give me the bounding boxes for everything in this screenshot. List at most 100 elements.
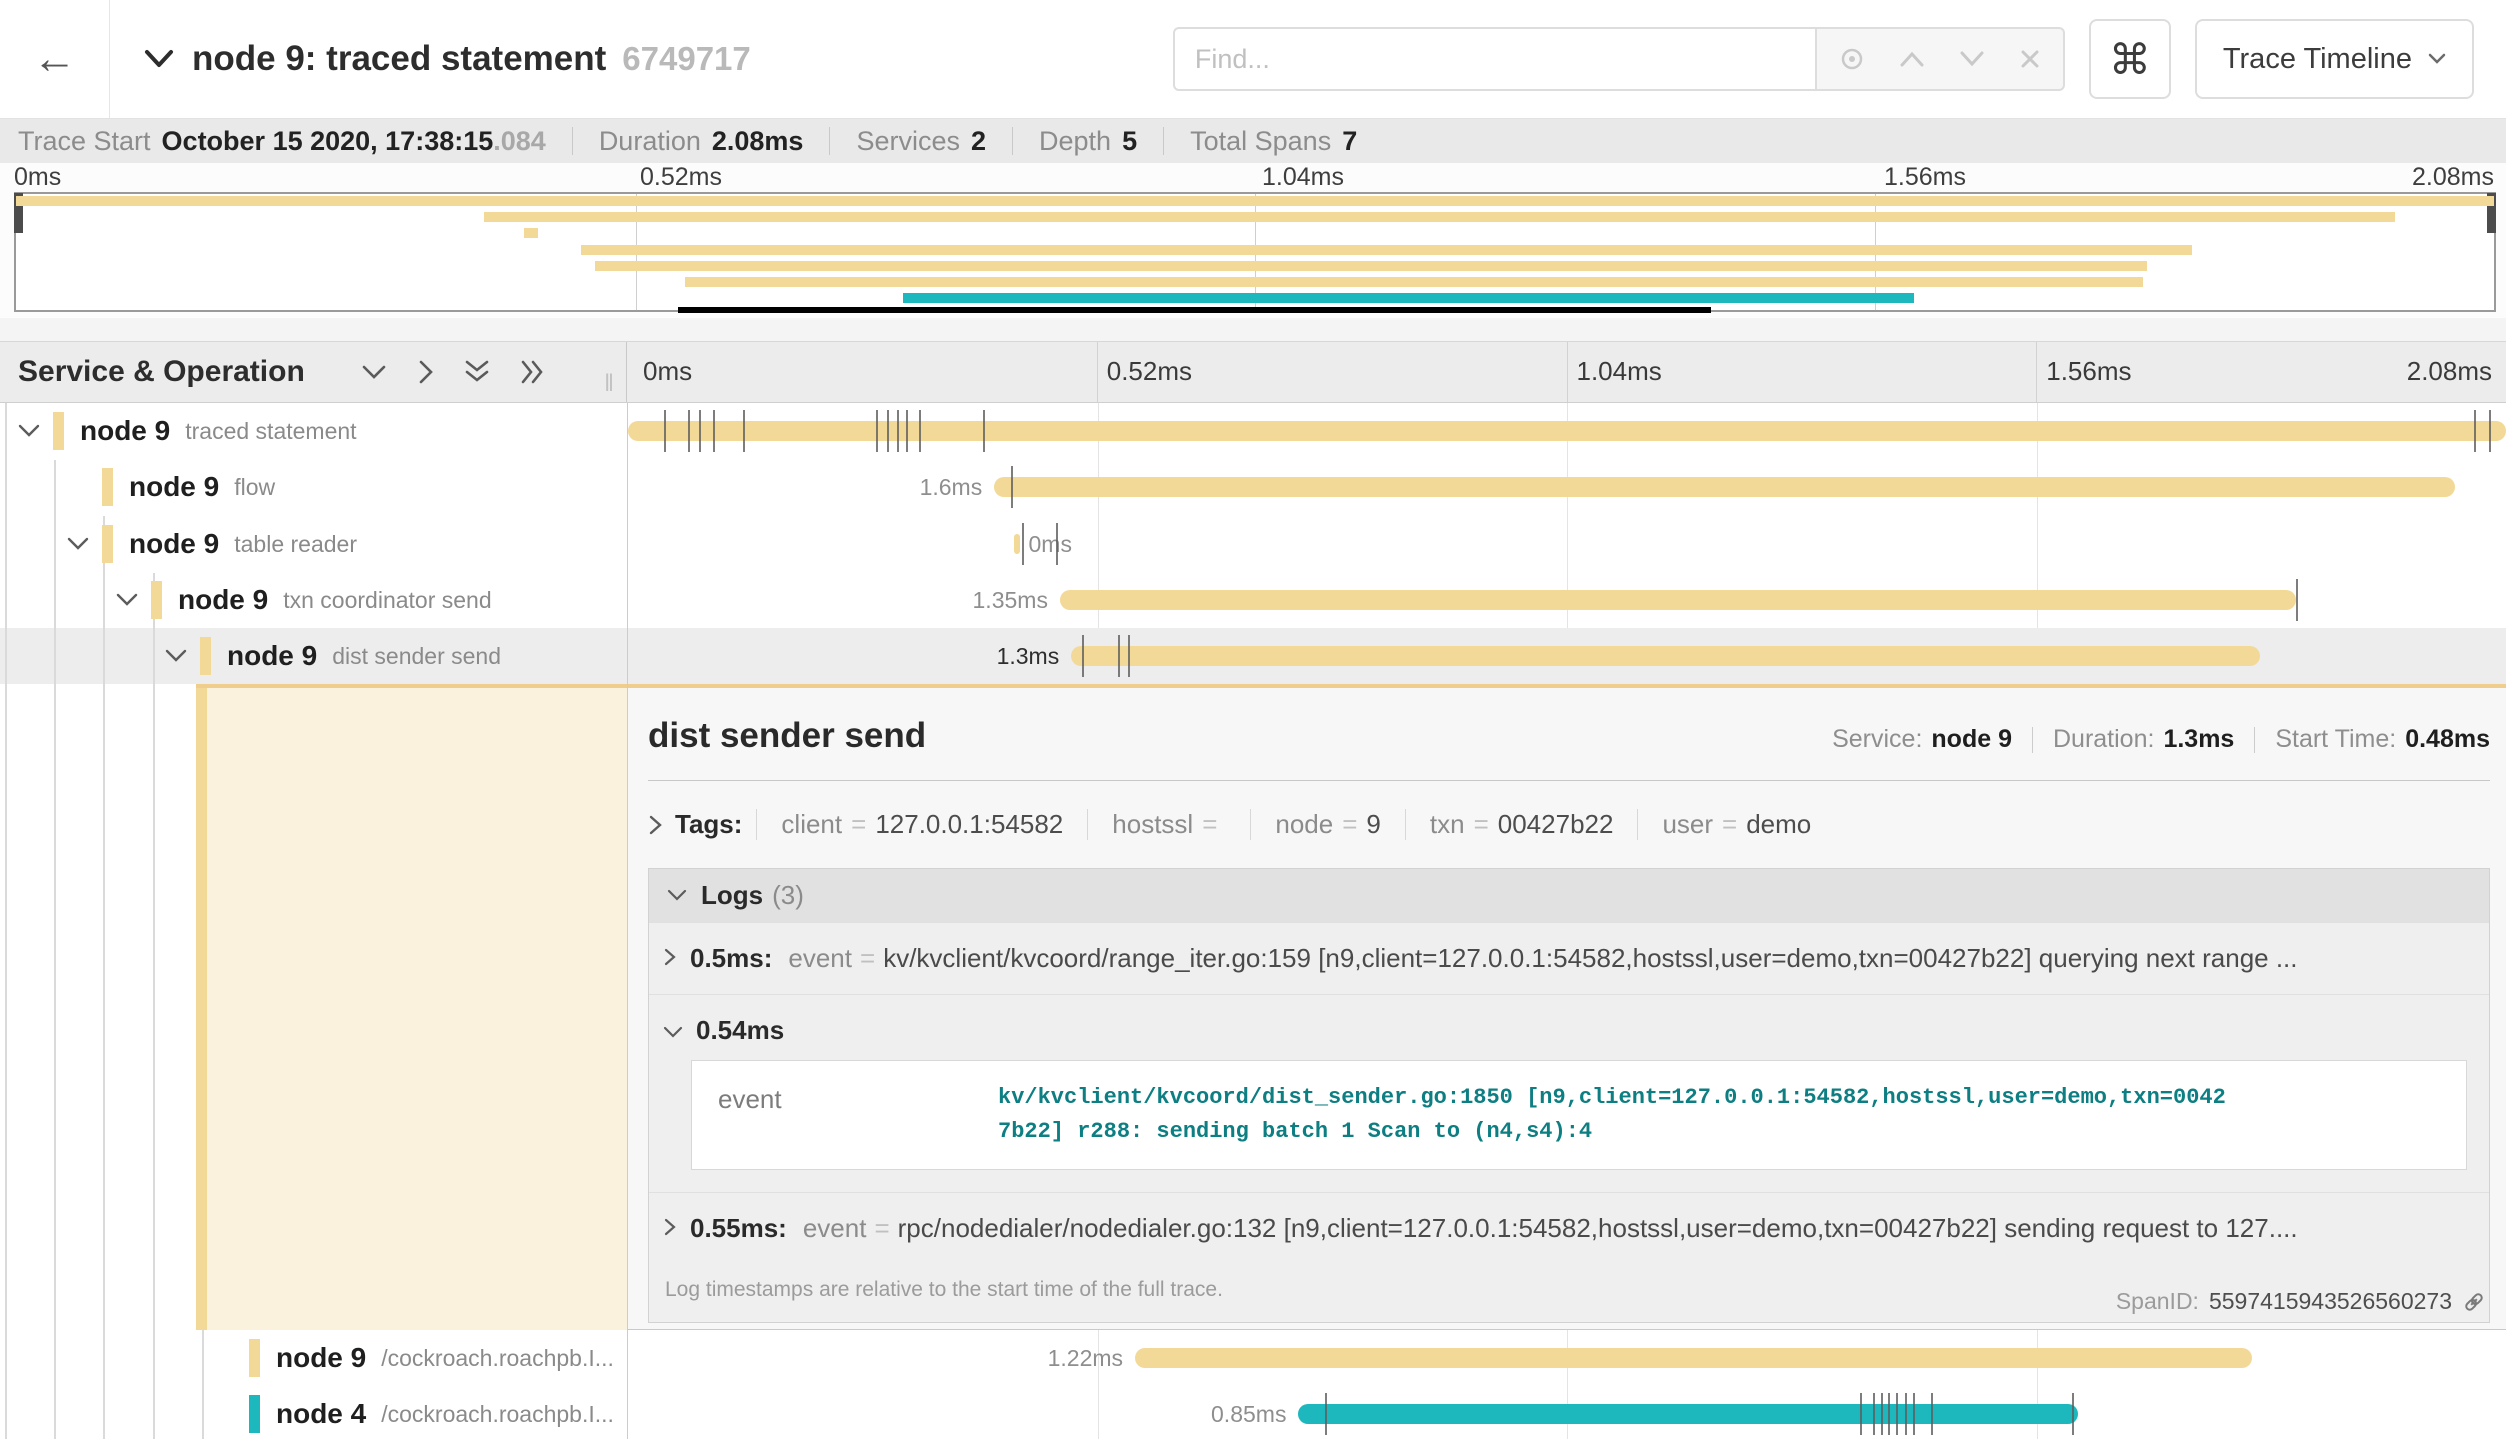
log-value: rpc/nodedialer/nodedialer.go:132 [n9,cli… [898,1213,2298,1244]
minimap-span-bar [524,228,538,238]
column-resize-grip[interactable]: ‖ [604,370,614,398]
log-timestamp: 0.54ms [696,1015,784,1046]
tag-value: demo [1746,809,1811,840]
operation-name: table reader [234,531,357,558]
timeline-bar-row[interactable]: 1.3ms [628,628,2506,684]
chevron-down-icon [663,1026,683,1039]
trace-start-ms: .084 [493,126,546,157]
tag-item: user=demo [1637,809,1835,840]
trace-id: 6749717 [622,40,750,78]
span-duration-label: 0ms [1029,531,1072,558]
service-operation-title: Service & Operation [18,355,305,389]
span-bar[interactable] [994,477,2455,497]
service-name: node 9 [129,528,219,560]
minimap-viewport-bar[interactable] [678,307,1711,313]
locate-icon[interactable] [1839,46,1865,72]
keyboard-shortcuts-button[interactable]: ⌘ [2089,19,2171,99]
span-bar[interactable] [628,421,2506,441]
timeline-bar-row[interactable] [628,403,2506,459]
chevron-down-icon [2428,53,2446,65]
log-entry-1[interactable]: 0.5ms: event = kv/kvclient/kvcoord/range… [649,922,2489,994]
span-row-txn-coordinator-send[interactable]: node 9 txn coordinator send [0,572,627,628]
link-icon[interactable] [2462,1290,2486,1314]
service-operation-header: Service & Operation ‖ [0,342,627,402]
log-marker [1860,1393,1862,1435]
service-color-swatch [151,581,162,619]
service-name: node 9 [129,471,219,503]
back-button[interactable]: ← [0,0,110,118]
collapse-one-icon[interactable] [361,364,387,381]
timeline-bar-row[interactable]: 0ms [628,516,2506,572]
span-bar[interactable] [1060,590,2296,610]
divider [572,127,573,155]
duration-label: Duration [599,126,701,157]
span-bar[interactable] [1014,534,1021,554]
logs-header[interactable]: Logs (3) [649,869,2489,922]
span-bar[interactable] [1298,1404,2077,1424]
tick-label: 0.52ms [1107,356,1192,387]
chevron-down-icon[interactable] [67,537,93,551]
log-marker [1896,1393,1898,1435]
span-row-traced-statement[interactable]: node 9 traced statement [0,403,627,459]
chevron-down-icon [667,889,687,902]
span-bar[interactable] [1071,646,2260,666]
indent-guide [153,573,155,1439]
timeline-bar-row[interactable]: 1.6ms [628,459,2506,515]
span-row-dist-sender-send[interactable]: node 9 dist sender send [0,628,627,684]
span-duration-label: 1.3ms [997,643,1060,670]
log-marker [688,410,690,452]
span-bar[interactable] [1135,1348,2252,1368]
minimap-canvas[interactable] [14,192,2496,312]
log-marker [887,410,889,452]
service-value: node 9 [1931,725,2012,754]
log-marker [743,410,745,452]
page-title: node 9: traced statement [192,39,606,79]
expand-all-icon[interactable] [520,359,546,385]
tags-row[interactable]: Tags: client=127.0.0.1:54582 hostssl= no… [648,809,2490,840]
tick-label: 0ms [643,356,692,387]
log-entry-2[interactable]: 0.54ms [649,994,2489,1058]
log-marker [906,410,908,452]
span-row-flow[interactable]: node 9 flow [0,459,627,515]
log-key: event [788,943,852,974]
collapse-title-icon[interactable] [144,49,174,69]
log-entry-3[interactable]: 0.55ms: event = rpc/nodedialer/nodediale… [649,1192,2489,1264]
tick-label: 1.04ms [1577,356,1662,387]
prev-match-icon[interactable] [1899,50,1925,68]
find-input[interactable] [1173,27,1817,91]
trace-timeline-dropdown[interactable]: Trace Timeline [2195,19,2474,99]
operation-name: /cockroach.roachpb.I... [381,1345,614,1372]
clear-search-icon[interactable] [2019,48,2041,70]
service-color-swatch [102,525,113,563]
span-row-node4-rpc[interactable]: node 4 /cockroach.roachpb.I... [0,1386,627,1439]
span-row-node9-rpc[interactable]: node 9 /cockroach.roachpb.I... [0,1330,627,1386]
timeline-header-row: Service & Operation ‖ 0ms 0.52ms 1.04ms … [0,341,2506,403]
span-id-value: 5597415943526560273 [2209,1288,2452,1315]
divider [829,127,830,155]
timeline-bar-row[interactable]: 1.22ms [628,1330,2506,1386]
tag-key: client [781,809,842,840]
log-marker [664,410,666,452]
timeline-bar-row[interactable]: 1.35ms [628,572,2506,628]
tag-key: node [1275,809,1333,840]
log-marker [983,410,985,452]
chevron-down-icon[interactable] [165,649,191,663]
tag-item: hostssl= [1087,809,1250,840]
trace-minimap: 0ms 0.52ms 1.04ms 1.56ms 2.08ms [0,163,2506,318]
divider [2032,727,2033,753]
timeline-bar-row[interactable]: 0.85ms [628,1386,2506,1439]
log-marker [2296,579,2298,621]
chevron-down-icon[interactable] [18,424,44,438]
logs-count: (3) [772,880,804,911]
span-duration-label: 1.35ms [973,587,1048,614]
log-marker [1931,1393,1933,1435]
chevron-down-icon[interactable] [116,593,142,607]
collapse-all-icon[interactable] [464,359,490,385]
expand-one-icon[interactable] [417,359,434,385]
next-match-icon[interactable] [1959,50,1985,68]
minimap-tick: 1.04ms [1262,163,1344,192]
span-detail-title: dist sender send [648,716,926,756]
span-row-table-reader[interactable]: node 9 table reader [0,516,627,572]
tag-item: client=127.0.0.1:54582 [756,809,1087,840]
log-value-mono: kv/kvclient/kvcoord/dist_sender.go:1850 … [998,1081,2228,1149]
